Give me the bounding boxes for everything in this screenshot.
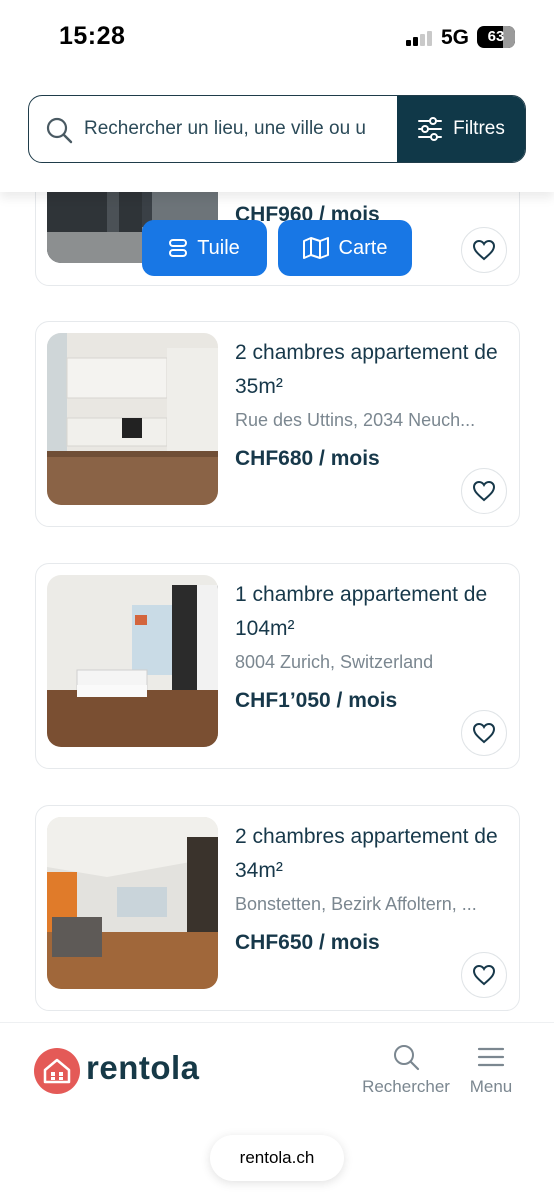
status-bar: 15:28 5G 63	[0, 0, 554, 74]
favorite-button[interactable]	[461, 952, 507, 998]
listing-card[interactable]: 2 chambres appartement de 35m² Rue des U…	[35, 321, 520, 527]
listing-photo	[47, 333, 218, 505]
listing-address: Bonstetten, Bezirk Affoltern, ...	[235, 894, 477, 914]
battery-icon: 63	[477, 26, 515, 48]
favorite-button[interactable]	[461, 227, 507, 273]
battery-level: 63	[487, 28, 505, 45]
filters-label: Filtres	[453, 118, 505, 139]
sliders-icon	[418, 117, 443, 141]
search-icon	[394, 1045, 420, 1071]
map-icon	[302, 237, 329, 259]
browser-url[interactable]: rentola.ch	[210, 1135, 344, 1181]
search-bar[interactable]: Rechercher un lieu, une ville ou u Filtr…	[28, 95, 526, 163]
home-icon[interactable]	[34, 1048, 80, 1094]
listing-card[interactable]: 2 chambres appartement de 34m² Bonstette…	[35, 805, 520, 1011]
nav-search-label: Rechercher	[362, 1077, 450, 1096]
listing-price: CHF650 / mois	[235, 931, 380, 954]
listing-photo	[47, 817, 218, 989]
listing-price: CHF680 / mois	[235, 447, 380, 470]
nav-menu[interactable]: Menu	[441, 1043, 541, 1097]
listing-address: Rue des Uttins, 2034 Neuch...	[235, 410, 476, 430]
map-view-button[interactable]: Carte	[278, 220, 412, 276]
brand-logo[interactable]: rentola	[86, 1049, 200, 1087]
listing-title: 2 chambres appartement de 35m²	[235, 341, 498, 398]
tile-view-button[interactable]: Tuile	[142, 220, 267, 276]
tile-icon	[169, 239, 188, 257]
listing-title: 1 chambre appartement de 104m²	[235, 583, 488, 640]
nav-menu-label: Menu	[469, 1077, 513, 1096]
favorite-button[interactable]	[461, 468, 507, 514]
heart-icon	[472, 239, 496, 261]
filters-button[interactable]: Filtres	[397, 96, 525, 162]
menu-icon	[477, 1047, 505, 1067]
listing-card[interactable]: 1 chambre appartement de 104m² 8004 Zuri…	[35, 563, 520, 769]
listing-address: 8004 Zurich, Switzerland	[235, 652, 434, 672]
heart-icon	[472, 964, 496, 986]
search-header: Rechercher un lieu, une ville ou u Filtr…	[0, 74, 554, 192]
signal-icon	[406, 30, 434, 46]
search-icon	[46, 117, 73, 144]
status-time: 15:28	[59, 22, 126, 50]
favorite-button[interactable]	[461, 710, 507, 756]
search-input[interactable]: Rechercher un lieu, une ville ou u	[84, 118, 384, 140]
map-view-label: Carte	[338, 236, 388, 259]
listing-photo	[47, 575, 218, 747]
heart-icon	[472, 480, 496, 502]
listing-price: CHF1’050 / mois	[235, 689, 398, 712]
network-label: 5G	[441, 26, 470, 49]
tile-view-label: Tuile	[197, 236, 240, 259]
listing-title: 2 chambres appartement de 34m²	[235, 825, 498, 882]
bottom-nav: rentola Rechercher Menu rentola.ch	[0, 1022, 554, 1200]
heart-icon	[472, 722, 496, 744]
